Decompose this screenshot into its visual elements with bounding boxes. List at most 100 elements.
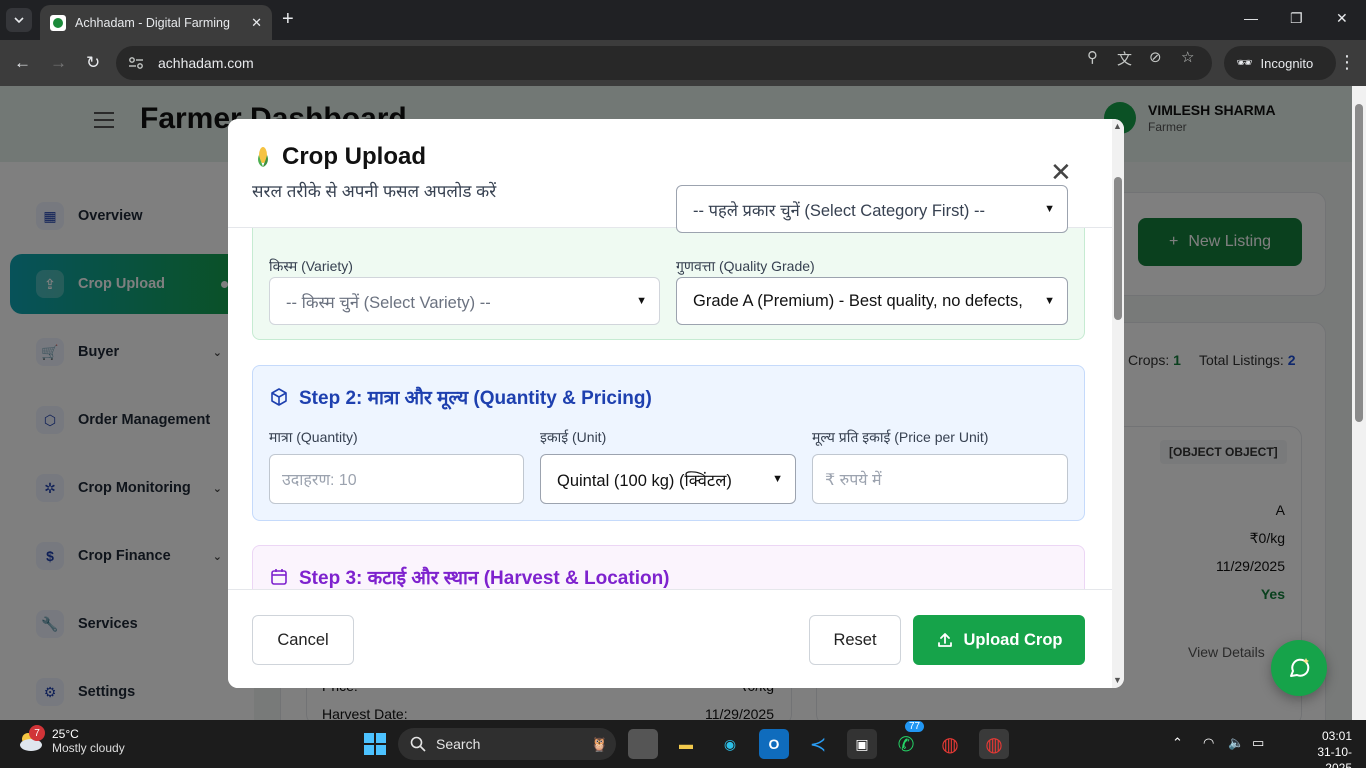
crop-upload-modal: किस्म (Variety) -- किस्म चुनें (Select V… (228, 119, 1124, 688)
windows-start-icon[interactable] (360, 729, 390, 759)
incognito-icon: 🕶 (1236, 55, 1253, 70)
file-explorer-icon[interactable]: ▬ (671, 729, 701, 759)
variety-select[interactable]: -- किस्म चुनें (Select Variety) -- ▼ (269, 277, 660, 325)
variety-label: किस्म (Variety) (269, 258, 353, 274)
chrome-incognito-icon[interactable]: ◍ (979, 729, 1009, 759)
incognito-indicator[interactable]: 🕶 Incognito (1224, 46, 1336, 80)
address-bar[interactable]: achhadam.com (116, 46, 1212, 80)
weather-widget[interactable]: 7 25°C Mostly cloudy (16, 725, 125, 755)
browser-tabbar: Achhadam - Digital Farming Pla ✕ + — ❐ ✕ (0, 0, 1366, 40)
browser-tab[interactable]: Achhadam - Digital Farming Pla ✕ (40, 5, 272, 40)
upload-crop-button[interactable]: Upload Crop (913, 615, 1085, 665)
vscode-icon[interactable]: ≺ (803, 729, 833, 759)
quality-select-value: Grade A (Premium) - Best quality, no def… (693, 291, 1023, 310)
chevron-down-icon: ▼ (636, 295, 647, 307)
modal-scrollbar-thumb[interactable] (1114, 177, 1122, 320)
site-settings-icon[interactable] (128, 56, 144, 70)
clock-time: 03:01 (1321, 729, 1352, 743)
tab-search-button[interactable] (6, 8, 32, 32)
chrome-icon[interactable]: ◍ (935, 729, 965, 759)
modal-scrollbar[interactable]: ▲ ▼ (1112, 119, 1124, 688)
browser-menu-icon[interactable]: ⋮ (1338, 52, 1356, 73)
outlook-icon[interactable]: O (759, 729, 789, 759)
corn-icon (258, 147, 268, 167)
quantity-input[interactable]: उदाहरण: 10 (269, 454, 524, 504)
site-favicon-icon (50, 14, 66, 31)
task-view-icon[interactable] (628, 729, 658, 759)
upload-icon (937, 633, 952, 647)
translate-icon[interactable]: 文 (1117, 48, 1132, 69)
chevron-down-icon: ▼ (1044, 203, 1055, 215)
temperature: 25°C (52, 727, 79, 741)
edge-icon[interactable]: ◉ (715, 729, 745, 759)
search-highlight-icon: 🦉 (590, 735, 608, 752)
step3-section: Step 3: कटाई और स्थान (Harvest & Locatio… (252, 545, 1085, 589)
tab-title: Achhadam - Digital Farming Pla (75, 15, 233, 30)
wifi-icon[interactable]: ◠ (1203, 735, 1214, 751)
modal-title-text: Crop Upload (282, 143, 426, 170)
quality-select[interactable]: Grade A (Premium) - Best quality, no def… (676, 277, 1068, 325)
close-window-button[interactable]: ✕ (1336, 10, 1348, 27)
unit-select[interactable]: Quintal (100 kg) (क्विंटल) ▼ (540, 454, 796, 504)
clock-date: 31-10-2025 (1317, 745, 1352, 768)
quantity-label: मात्रा (Quantity) (269, 429, 358, 445)
upload-crop-label: Upload Crop (963, 630, 1063, 649)
chat-button[interactable] (1271, 640, 1327, 696)
taskbar-search[interactable]: Search 🦉 (398, 728, 616, 760)
weather-desc: Mostly cloudy (52, 741, 125, 755)
page-scrollbar[interactable] (1352, 86, 1366, 720)
scroll-up-icon[interactable]: ▲ (1113, 121, 1122, 131)
package-icon (271, 388, 287, 406)
modal-subtitle: सरल तरीके से अपनी फसल अपलोड करें (252, 182, 497, 201)
windows-taskbar: 7 25°C Mostly cloudy Search 🦉 ▬ ◉ O ≺ ▣ … (0, 720, 1366, 768)
eye-off-icon[interactable]: ⊘ (1149, 48, 1162, 66)
unit-label: इकाई (Unit) (540, 429, 607, 445)
step3-heading: Step 3: कटाई और स्थान (Harvest & Locatio… (269, 564, 670, 589)
modal-body: किस्म (Variety) -- किस्म चुनें (Select V… (228, 228, 1112, 589)
step2-section: Step 2: मात्रा और मूल्य (Quantity & Pric… (252, 365, 1085, 521)
chevron-down-icon: ▼ (772, 473, 783, 485)
chat-sparkle-icon (1290, 658, 1310, 677)
calendar-icon (271, 569, 287, 585)
minimize-button[interactable]: — (1244, 10, 1258, 26)
battery-icon[interactable]: ▭ (1252, 735, 1264, 751)
app-icon[interactable]: ▣ (847, 729, 877, 759)
tab-close-icon[interactable]: ✕ (251, 15, 262, 31)
cancel-button[interactable]: Cancel (252, 615, 354, 665)
step3-title: Step 3: कटाई और स्थान (Harvest & Locatio… (299, 568, 670, 589)
reload-button[interactable]: ↻ (86, 53, 100, 73)
quality-label: गुणवत्ता (Quality Grade) (676, 258, 815, 274)
price-input[interactable]: ₹ रुपये में (812, 454, 1068, 504)
scroll-down-icon[interactable]: ▼ (1113, 675, 1122, 685)
whatsapp-badge: 77 (905, 721, 925, 732)
category-select[interactable]: -- पहले प्रकार चुनें (Select Category Fi… (676, 185, 1068, 233)
volume-icon[interactable]: 🔈 (1228, 735, 1244, 751)
unit-select-value: Quintal (100 kg) (क्विंटल) (557, 471, 732, 490)
weather-badge: 7 (29, 725, 45, 741)
location-pin-icon[interactable]: ⚲ (1087, 48, 1098, 66)
close-icon[interactable]: ✕ (1050, 159, 1072, 185)
search-icon (410, 736, 426, 752)
forward-button[interactable]: → (50, 53, 67, 73)
bookmark-star-icon[interactable]: ☆ (1181, 48, 1194, 66)
url-text: achhadam.com (158, 55, 254, 71)
page-scrollbar-thumb[interactable] (1355, 104, 1363, 422)
system-clock[interactable]: 03:01 31-10-2025 (1296, 728, 1352, 768)
new-tab-button[interactable]: + (282, 9, 294, 29)
cloud-icon: 7 (16, 725, 45, 752)
modal-footer: Cancel Reset Upload Crop (228, 589, 1112, 688)
whatsapp-icon[interactable]: ✆ 77 (891, 721, 925, 759)
tray-expand-icon[interactable]: ⌃ (1172, 735, 1183, 751)
restore-button[interactable]: ❐ (1290, 10, 1303, 27)
step1-section: किस्म (Variety) -- किस्म चुनें (Select V… (252, 228, 1085, 340)
price-label: मूल्य प्रति इकाई (Price per Unit) (812, 429, 989, 445)
search-label: Search (436, 736, 481, 752)
browser-toolbar: ← → ↻ achhadam.com ⚲ 文 ⊘ ☆ 🕶 Incognito ⋮ (0, 40, 1366, 86)
modal-title: Crop Upload (254, 143, 426, 171)
incognito-label: Incognito (1260, 55, 1314, 71)
step2-title: Step 2: मात्रा और मूल्य (Quantity & Pric… (299, 388, 652, 409)
step2-heading: Step 2: मात्रा और मूल्य (Quantity & Pric… (269, 384, 652, 410)
back-button[interactable]: ← (14, 53, 31, 73)
reset-button[interactable]: Reset (809, 615, 901, 665)
category-select-value: -- पहले प्रकार चुनें (Select Category Fi… (693, 201, 985, 220)
